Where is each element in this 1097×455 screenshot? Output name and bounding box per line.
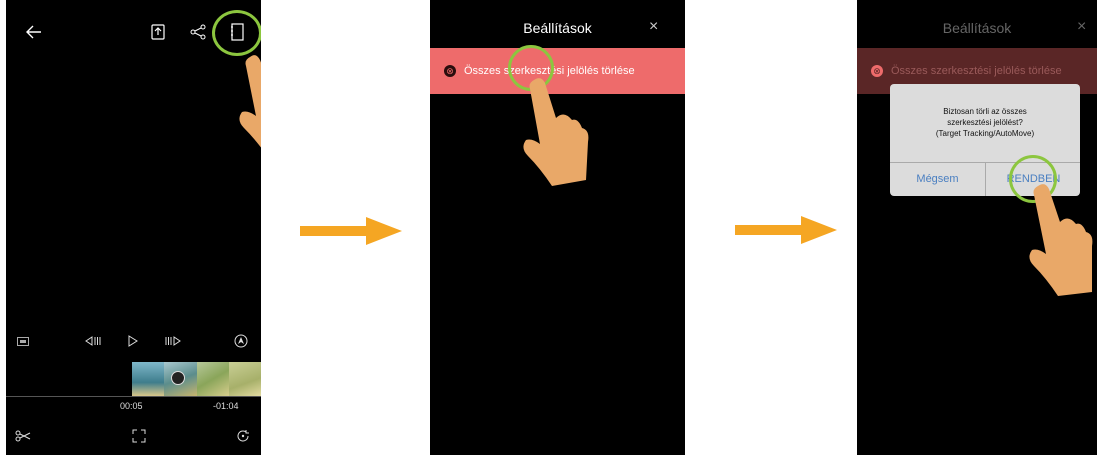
pointing-hand-icon (239, 55, 261, 148)
highlight-ring (212, 10, 261, 56)
timeline-thumbnail (229, 362, 261, 396)
clear-marks-label: Összes szerkesztési jelölés törlése (891, 65, 1062, 77)
page-title: Beállítások (523, 20, 592, 36)
page-title: Beállítások (942, 20, 1012, 36)
dialog-message: Biztosan törli az összes szerkesztési je… (900, 106, 1070, 139)
clear-icon: ⊗ (444, 65, 456, 77)
settings-screen: Beállítások × ⊗ Összes szerkesztési jelö… (430, 0, 685, 455)
share-icon[interactable] (188, 22, 208, 42)
cancel-button[interactable]: Mégsem (890, 162, 985, 196)
scissors-icon[interactable] (14, 428, 32, 444)
previous-frame-icon[interactable] (84, 334, 102, 348)
pointing-hand-icon (1029, 184, 1093, 296)
export-icon[interactable] (148, 22, 168, 42)
clear-icon: ⊗ (871, 65, 883, 77)
close-icon[interactable]: × (649, 18, 658, 36)
close-icon: × (1077, 18, 1087, 35)
automove-icon[interactable] (233, 333, 249, 349)
rotate-icon[interactable] (234, 427, 252, 445)
timeline-track (6, 396, 261, 397)
confirm-dialog-screen: Beállítások × ⊗ Összes szerkesztési jelö… (857, 0, 1097, 455)
dialog-line-1: Biztosan törli az összes (943, 107, 1027, 116)
aspect-ratio-icon[interactable] (16, 334, 30, 348)
next-frame-icon[interactable] (164, 334, 182, 348)
arrow-right-icon (735, 216, 837, 244)
video-player-screen: 00:05 -01:04 (6, 0, 261, 455)
arrow-right-icon (300, 217, 402, 245)
dialog-line-2: szerkesztési jelölést? (947, 118, 1023, 127)
dialog-line-3: (Target Tracking/AutoMove) (935, 129, 1035, 138)
play-icon[interactable] (126, 334, 140, 348)
timeline-thumbnail (132, 362, 164, 396)
back-arrow-icon[interactable] (24, 22, 44, 42)
current-time: 00:05 (120, 401, 143, 411)
fullscreen-icon[interactable] (130, 427, 148, 445)
timeline-thumbnail (197, 362, 229, 396)
pointing-hand-icon (523, 78, 589, 186)
timeline-playhead[interactable] (171, 371, 185, 385)
remaining-time: -01:04 (213, 401, 239, 411)
